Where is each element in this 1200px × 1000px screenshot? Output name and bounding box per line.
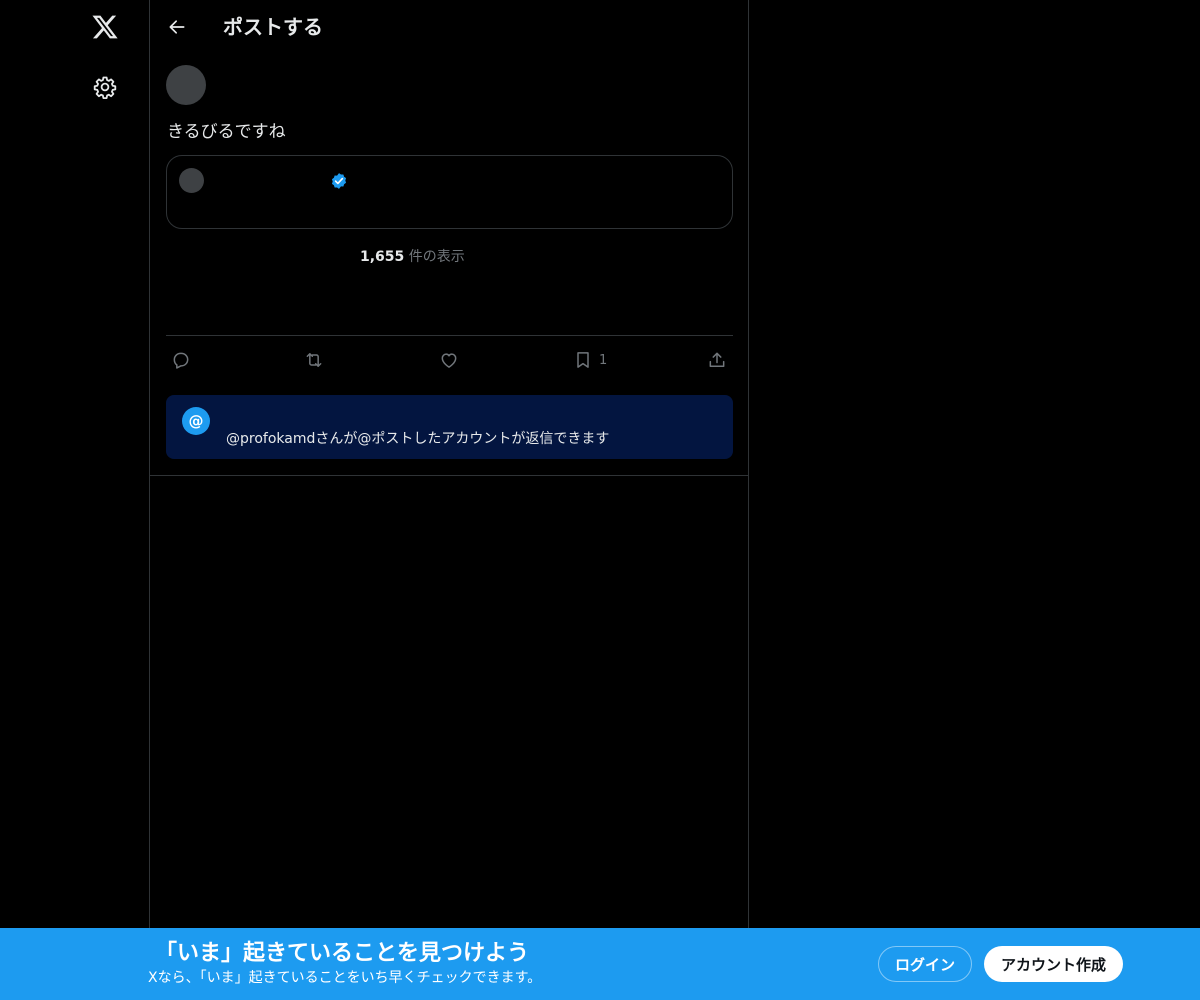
post-text: きるびるですね: [167, 122, 286, 142]
view-count-number: 1,655: [360, 249, 405, 265]
bookmark-count: 1: [599, 352, 608, 368]
action-bar: 1: [166, 335, 733, 383]
login-button[interactable]: ログイン: [878, 946, 972, 982]
share-button[interactable]: [707, 349, 727, 371]
view-count-label: 件の表示: [408, 249, 465, 265]
signup-prompt-title: 「いま」起きていることを見つけよう: [155, 941, 530, 966]
main-column: ポストする きるびるですね 1,655 件の表示 1 @ @profokamdさ…: [149, 0, 749, 1000]
x-logo-icon[interactable]: [90, 13, 120, 41]
reply-restriction-notice: @ @profokamdさんが@ポストしたアカウントが返信できます: [166, 395, 733, 459]
bookmark-icon: [577, 352, 589, 368]
author-avatar[interactable]: [166, 65, 206, 105]
left-rail: [0, 0, 150, 1000]
bookmark-button[interactable]: 1: [573, 349, 607, 371]
page-title: ポストする: [223, 15, 323, 39]
divider: [150, 475, 748, 476]
repost-button[interactable]: [304, 349, 324, 371]
page-header: ポストする: [150, 0, 748, 53]
like-button[interactable]: [439, 349, 459, 371]
gear-icon[interactable]: [93, 75, 117, 99]
like-icon: [441, 353, 457, 368]
reply-restriction-text: @profokamdさんが@ポストしたアカウントが返信できます: [226, 431, 610, 447]
quoted-author-avatar: [179, 168, 204, 193]
signup-prompt-subtitle: Xなら、「いま」起きていることをいち早くチェックできます。: [148, 970, 542, 986]
verified-badge-icon: [331, 173, 347, 189]
repost-icon: [306, 353, 322, 367]
view-count: 1,655 件の表示: [360, 247, 465, 267]
share-icon: [709, 352, 725, 367]
create-account-button[interactable]: アカウント作成: [984, 946, 1123, 982]
signup-prompt-bar: 「いま」起きていることを見つけよう Xなら、「いま」起きていることをいち早くチェ…: [0, 928, 1200, 1000]
mention-icon: @: [182, 407, 210, 435]
reply-icon: [173, 352, 189, 369]
quoted-post-card[interactable]: [166, 155, 733, 229]
reply-button[interactable]: [171, 349, 191, 371]
back-arrow-icon[interactable]: [167, 17, 187, 37]
